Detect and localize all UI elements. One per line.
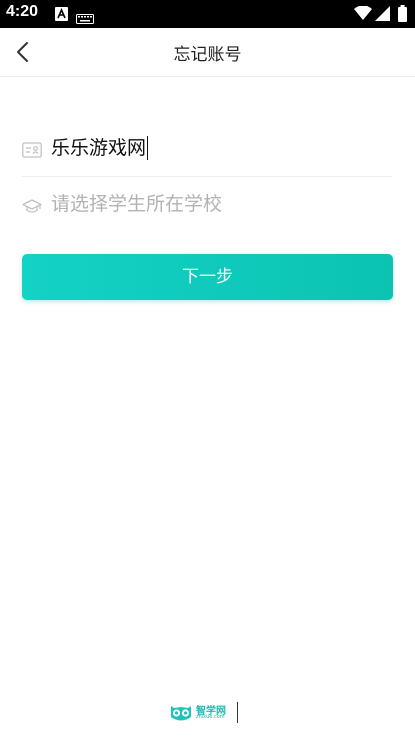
next-button[interactable]: 下一步 [22, 254, 393, 300]
logo-url-text: zhixue.com [196, 714, 225, 720]
footer-divider [237, 702, 238, 723]
school-select-field[interactable]: 请选择学生所在学校 [22, 186, 392, 226]
owl-logo-icon [169, 704, 193, 726]
status-time: 4:20 [6, 3, 39, 20]
account-name-field[interactable]: 乐乐游戏网 [22, 130, 392, 177]
account-name-input[interactable]: 乐乐游戏网 [51, 136, 149, 160]
graduation-cap-icon [22, 196, 42, 216]
a-notification-icon [55, 6, 68, 25]
school-select-placeholder[interactable]: 请选择学生所在学校 [51, 192, 222, 216]
id-card-icon [22, 140, 42, 160]
status-bar: 4:20 [0, 0, 415, 28]
keyboard-icon [76, 9, 94, 28]
page-title: 忘记账号 [173, 45, 242, 65]
app-header: 忘记账号 [0, 28, 415, 77]
battery-icon [398, 5, 407, 26]
wifi-icon [354, 5, 372, 25]
signal-icon [375, 6, 390, 25]
